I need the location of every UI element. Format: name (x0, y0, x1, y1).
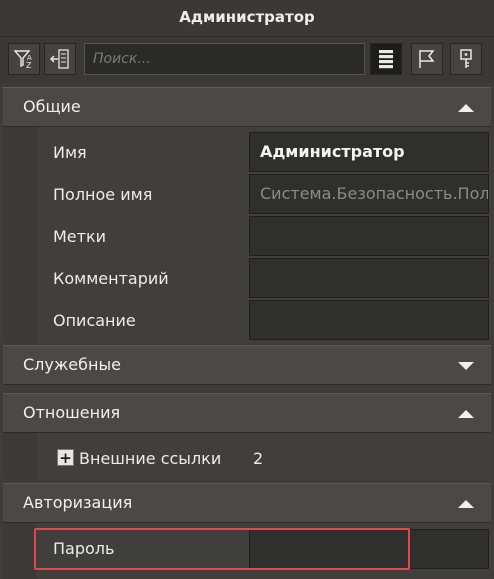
description-field[interactable] (249, 300, 489, 340)
description-label: Описание (53, 311, 136, 330)
section-authorization-label: Авторизация (23, 493, 133, 512)
expand-plus-button[interactable]: + (57, 449, 74, 466)
fullname-field[interactable]: Система.Безопасность.Пол (249, 174, 489, 214)
section-general-label: Общие (23, 97, 81, 116)
list-view-icon (379, 50, 393, 69)
relations-fields-panel (3, 433, 491, 479)
collapse-arrow-icon[interactable] (457, 499, 475, 509)
window-title: Администратор (0, 0, 494, 37)
section-relations[interactable]: Отношения (3, 393, 491, 433)
tags-field[interactable] (249, 216, 489, 256)
name-label: Имя (53, 143, 87, 162)
tags-label: Метки (53, 227, 107, 246)
section-general[interactable]: Общие (3, 87, 491, 127)
comment-field[interactable] (249, 258, 489, 298)
gutter (3, 127, 37, 343)
fullname-label: Полное имя (53, 185, 153, 204)
external-links-label: Внешние ссылки (79, 449, 222, 468)
section-service[interactable]: Служебные (3, 345, 491, 385)
external-links-count: 2 (253, 449, 264, 468)
search-input[interactable]: Поиск... (84, 43, 365, 75)
section-authorization[interactable]: Авторизация (3, 483, 491, 523)
key-icon (460, 49, 472, 68)
svg-text:A: A (27, 54, 32, 62)
expand-arrow-icon[interactable] (457, 361, 475, 371)
filter-sort-icon: Z A (13, 50, 32, 70)
key-button[interactable] (450, 43, 482, 75)
gutter (3, 523, 37, 579)
svg-text:Z: Z (26, 61, 32, 70)
flag-icon (419, 50, 435, 68)
collapse-arrow-icon[interactable] (457, 409, 475, 419)
properties-window: Администратор Z A Поиск... Общие Имя Адм… (0, 0, 494, 579)
filter-sort-button[interactable]: Z A (8, 43, 40, 75)
name-field[interactable]: Администратор (249, 132, 489, 172)
list-view-button[interactable] (370, 43, 402, 75)
navigate-back-button[interactable] (44, 43, 76, 75)
section-relations-label: Отношения (23, 403, 121, 422)
gutter (3, 433, 37, 479)
flag-button[interactable] (411, 43, 443, 75)
toolbar: Z A Поиск... (0, 37, 494, 83)
comment-label: Комментарий (53, 269, 169, 288)
highlight-box (34, 528, 410, 570)
navigate-back-icon (50, 49, 69, 69)
collapse-arrow-icon[interactable] (457, 103, 475, 113)
section-service-label: Служебные (23, 355, 121, 374)
